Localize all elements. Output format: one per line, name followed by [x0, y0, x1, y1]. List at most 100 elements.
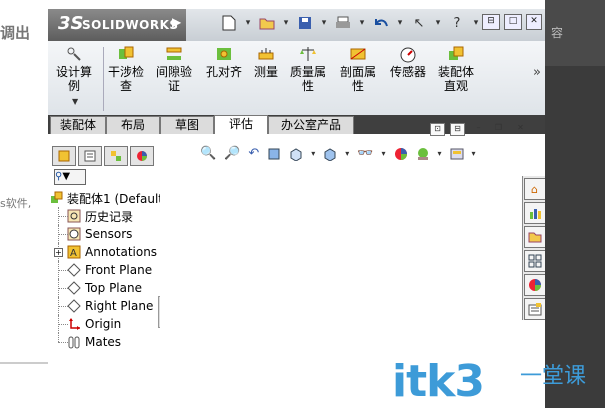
- design-study-button[interactable]: 设计算 例: [56, 45, 92, 93]
- viewport-restore-window-icon[interactable]: ❐: [492, 123, 505, 134]
- tree-item-front-plane[interactable]: Front Plane: [50, 261, 162, 279]
- appearances-scenes-icon[interactable]: [523, 274, 545, 296]
- assembly-visual-button[interactable]: 装配体 直观: [438, 45, 474, 93]
- tab-sketch[interactable]: 草图: [160, 116, 214, 135]
- watermark-tail: 一堂课: [520, 364, 587, 389]
- previous-view-icon[interactable]: ↶: [248, 146, 259, 161]
- undo-icon[interactable]: [372, 14, 390, 32]
- zoom-to-fit-icon[interactable]: 🔍: [200, 146, 216, 161]
- hole-align-button[interactable]: 孔对齐: [206, 45, 242, 79]
- save-icon[interactable]: [296, 14, 314, 32]
- new-doc-icon[interactable]: [220, 14, 238, 32]
- custom-properties-icon[interactable]: [523, 298, 545, 320]
- tree-item-sensors[interactable]: Sensors: [50, 225, 162, 243]
- graphics-area[interactable]: ⊡ ⊟ – ❐ ✕ 🔍 🔎 ↶ ▾ ▾ 👓 ▾ ▾ ▾: [160, 123, 545, 408]
- tree-root-label: 装配体1 (Default: [67, 191, 163, 206]
- zoom-to-area-icon[interactable]: 🔎: [224, 146, 240, 161]
- clearance-button[interactable]: 间隙验 证: [156, 45, 192, 93]
- hide-show-dropdown-icon[interactable]: ▾: [382, 149, 386, 158]
- tree-item-label: Annotations: [85, 245, 158, 259]
- expand-icon[interactable]: +: [54, 248, 63, 257]
- open-dropdown-icon[interactable]: ▾: [282, 14, 290, 32]
- window-maximize[interactable]: □: [504, 14, 522, 30]
- property-manager-tab-icon[interactable]: [78, 146, 102, 166]
- apply-scene-icon[interactable]: [416, 147, 430, 161]
- hole-align-label-1: 孔对齐: [206, 65, 243, 79]
- hide-show-items-icon[interactable]: 👓: [357, 146, 373, 161]
- view-orientation-dropdown-icon[interactable]: ▾: [311, 149, 315, 158]
- help-dropdown-icon[interactable]: ▾: [472, 14, 480, 32]
- assembly-visual-label-1: 装配体: [438, 65, 475, 79]
- file-explorer-icon[interactable]: [523, 226, 545, 248]
- window-restore-1[interactable]: ⊟: [482, 14, 500, 30]
- design-library-icon[interactable]: [523, 202, 545, 224]
- measure-button[interactable]: 测量: [254, 45, 278, 79]
- clearance-label-1: 间隙验: [156, 65, 193, 79]
- solidworks-resources-icon[interactable]: ⌂: [523, 178, 545, 200]
- viewport-minimize-icon[interactable]: –: [472, 123, 485, 134]
- config-manager-tab-icon[interactable]: [104, 146, 128, 166]
- feature-tree-tab-icon[interactable]: [52, 146, 76, 166]
- viewport-close-icon[interactable]: ✕: [514, 123, 527, 134]
- save-dropdown-icon[interactable]: ▾: [320, 14, 328, 32]
- tab-office-products[interactable]: 办公室产品: [268, 116, 354, 135]
- tree-item-right-plane[interactable]: Right Plane: [50, 297, 162, 315]
- plane-icon: [66, 280, 82, 296]
- tree-item-label: Top Plane: [85, 281, 142, 295]
- apply-scene-dropdown-icon[interactable]: ▾: [438, 149, 442, 158]
- assembly-icon: [50, 190, 64, 206]
- ds-logo-icon: 3S: [58, 13, 84, 34]
- tree-item-top-plane[interactable]: Top Plane: [50, 279, 162, 297]
- new-dropdown-icon[interactable]: ▾: [244, 14, 252, 32]
- tree-item-label: Sensors: [85, 227, 133, 241]
- select-icon[interactable]: ↖: [410, 14, 428, 32]
- view-orientation-icon[interactable]: [289, 147, 303, 161]
- ribbon-more-icon[interactable]: »: [533, 65, 541, 80]
- clearance-icon: [165, 45, 183, 63]
- design-study-label-1: 设计算: [56, 65, 93, 79]
- tab-layout[interactable]: 布局: [106, 116, 160, 135]
- print-icon[interactable]: [334, 14, 352, 32]
- section-props-button[interactable]: 剖面属 性: [340, 45, 376, 93]
- display-style-dropdown-icon[interactable]: ▾: [345, 149, 349, 158]
- assembly-visual-label-2: 直观: [444, 79, 469, 93]
- print-dropdown-icon[interactable]: ▾: [358, 14, 366, 32]
- task-pane: ⌂: [522, 176, 545, 320]
- section-view-icon[interactable]: [267, 147, 281, 161]
- solidworks-logo[interactable]: 3S SOLIDWORKS ▶: [48, 9, 186, 41]
- help-icon[interactable]: ?: [448, 14, 466, 32]
- display-style-icon[interactable]: [323, 147, 337, 161]
- display-manager-tab-icon[interactable]: [130, 146, 154, 166]
- tab-assembly[interactable]: 装配体: [50, 116, 106, 135]
- view-palette-icon[interactable]: [523, 250, 545, 272]
- tree-item-history[interactable]: 历史记录: [50, 207, 162, 225]
- mass-props-label-2: 性: [302, 79, 315, 93]
- view-settings-dropdown-icon[interactable]: ▾: [472, 149, 476, 158]
- tree-item-mates[interactable]: Mates: [50, 333, 162, 351]
- view-settings-icon[interactable]: [450, 147, 464, 161]
- solidworks-window: 3S SOLIDWORKS ▶ ▾ ▾ ▾ ▾ ▾ ↖ ▾ ? ▾ ⊟ □ ✕ …: [48, 0, 545, 408]
- measure-icon: [257, 45, 275, 63]
- menu-arrow-icon[interactable]: ▶: [172, 15, 181, 29]
- tab-evaluate[interactable]: 评估: [214, 115, 268, 135]
- design-study-dropdown-icon[interactable]: ▼: [72, 97, 78, 106]
- filter-dropdown: ▼: [62, 171, 71, 182]
- edit-appearance-icon[interactable]: [394, 147, 408, 161]
- tree-root-assembly[interactable]: 装配体1 (Default: [50, 189, 163, 207]
- tree-item-origin[interactable]: Origin: [50, 315, 162, 333]
- undo-dropdown-icon[interactable]: ▾: [396, 14, 404, 32]
- window-close[interactable]: ✕: [526, 14, 542, 30]
- tree-filter[interactable]: ⚲▼: [54, 169, 86, 185]
- sensor-button[interactable]: 传感器: [390, 45, 426, 79]
- tree-item-annotations[interactable]: + A Annotations: [50, 243, 162, 261]
- viewport-split-icon[interactable]: ⊟: [450, 123, 465, 136]
- interference-label-1: 干涉检: [108, 65, 145, 79]
- bg-right-text: 容: [551, 26, 564, 40]
- select-dropdown-icon[interactable]: ▾: [434, 14, 442, 32]
- interference-button[interactable]: 干涉检 查: [108, 45, 144, 93]
- panel-tabs: [52, 146, 154, 166]
- mass-props-button[interactable]: 质量属 性: [290, 45, 326, 93]
- viewport-restore-icon[interactable]: ⊡: [430, 123, 445, 136]
- measure-label-1: 测量: [254, 65, 279, 79]
- open-folder-icon[interactable]: [258, 14, 276, 32]
